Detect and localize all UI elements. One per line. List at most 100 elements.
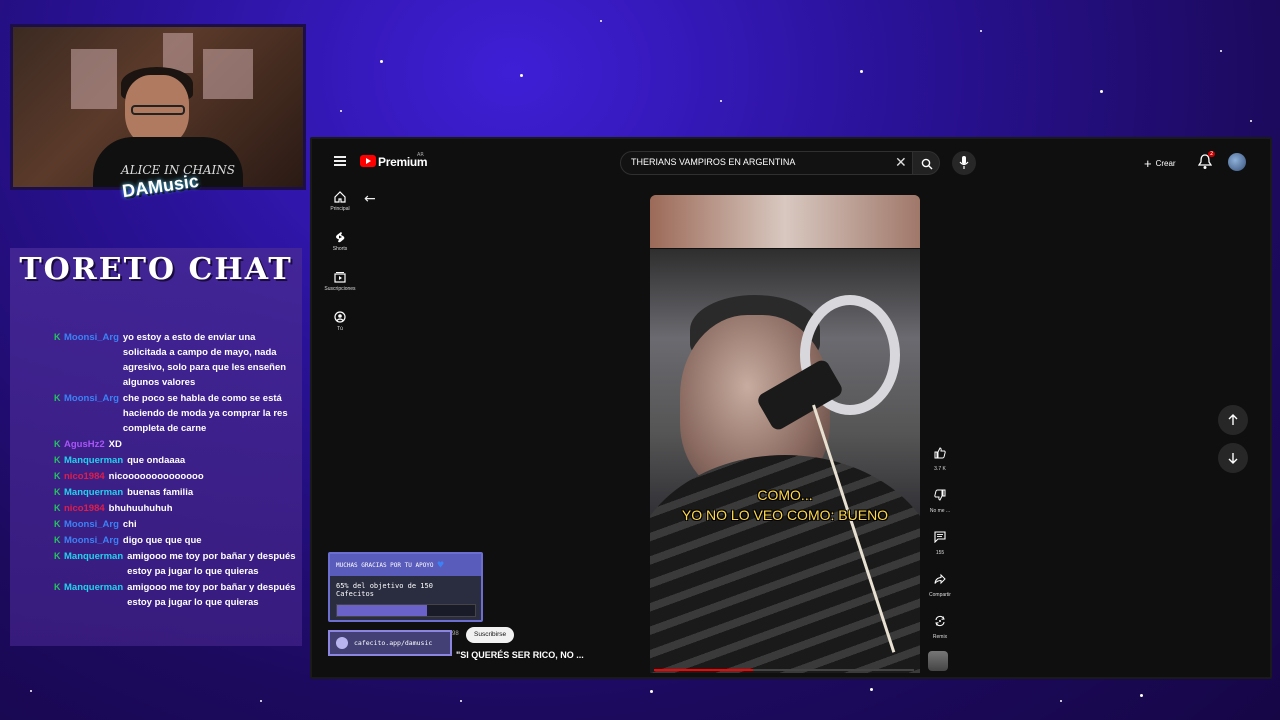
video-title[interactable]: "SI QUERÉS SER RICO, NO ... [456,650,584,660]
chat-message: Knico1984 nicoooooooooooooo [54,469,296,484]
chat-text: bhuhuuhuhuh [108,503,173,514]
notification-count-badge: 2 [1208,151,1216,157]
video-subtitle-line-2: YO NO LO VEO COMO: BUENO [681,507,889,523]
chat-username[interactable]: Manquerman [64,549,123,579]
chat-username[interactable]: Moonsi_Arg [64,517,119,532]
chat-text: amigooo me toy por bañar y después estoy… [127,551,296,577]
guide-item-home[interactable]: Principal [318,187,362,227]
home-icon [334,191,346,203]
chat-text: buenas familia [127,487,194,498]
video-progress-fill [654,669,753,671]
chat-message: K Manquerman amigooo me toy por bañar y de… [54,549,296,579]
youtube-topbar: Premium AR ✕ + Crear 2 [312,139,1270,187]
chat-username[interactable]: Manquerman [64,453,123,468]
cafecito-link: cafecito.app/damusic [354,639,433,647]
webcam-feed: ALICE IN CHAINS [10,24,306,190]
subscriptions-icon [334,272,346,283]
cafecito-link-widget: cafecito.app/damusic [328,630,452,656]
channel-handle-suffix: 98 [452,631,459,637]
guide-label-subscriptions: Suscripciones [324,286,356,292]
you-icon [334,311,346,323]
short-actions: 3.7 K No me ... 155 Compartir Remix [922,441,958,651]
chat-message: K AgusHz2 XD [54,437,296,452]
like-count: 3.7 K [934,466,946,472]
short-video-player[interactable]: COMO... YO NO LO VEO COMO: BUENO [650,195,920,673]
kick-badge-icon: K [54,439,61,449]
next-short-button[interactable] [1218,443,1248,473]
comment-icon [934,531,946,543]
guide-label-shorts: Shorts [332,246,348,252]
guide-label-you: Tú [337,326,343,332]
microphone-icon [959,156,969,169]
shorts-icon [336,232,345,243]
chat-text: que ondaaaa [127,455,186,466]
chat-username[interactable]: nico1984 [64,501,105,516]
chat-username[interactable]: AgusHz2 [64,437,105,452]
coffee-icon [336,637,348,649]
goal-header: MUCHAS GRACIAS POR TU APOYO [336,561,434,569]
voice-search-button[interactable] [952,151,976,175]
guide-item-you[interactable]: Tú [318,307,362,347]
chat-text: yo estoy a esto de enviar una solicitada… [122,332,287,388]
chat-username[interactable]: Manquerman [64,580,123,610]
kick-badge-icon: K [54,471,61,481]
arrow-up-icon [1228,414,1238,425]
like-icon [934,447,946,459]
chat-message: K Manquerman buenas familia [54,485,296,500]
create-label: Crear [1155,158,1176,168]
goal-progress-bar [336,604,476,617]
remix-action[interactable]: Remix [922,609,958,651]
clear-search-icon[interactable]: ✕ [895,155,907,171]
dislike-icon [934,489,946,501]
chat-title: TORETO CHAT [19,252,293,287]
comment-action[interactable]: 155 [922,525,958,567]
chat-message: K Moonsi_Arg chi [54,517,296,532]
guide-item-subscriptions[interactable]: Suscripciones [318,267,362,307]
chat-text: nicoooooooooooooo [108,471,204,482]
back-arrow-icon[interactable]: ← [364,191,376,207]
kick-badge-icon: K [54,503,61,513]
search-button[interactable] [912,151,940,175]
chat-username[interactable]: Moonsi_Arg [64,533,119,548]
previous-short-button[interactable] [1218,405,1248,435]
guide-item-shorts[interactable]: Shorts [318,227,362,267]
goal-progress-fill [337,605,427,616]
kick-badge-icon: K [54,535,61,545]
kick-badge-icon: K [54,487,61,497]
kick-badge-icon: K [54,519,61,529]
like-action[interactable]: 3.7 K [922,441,958,483]
arrow-down-icon [1228,453,1238,464]
chat-text: amigooo me toy por bañar y después estoy… [127,582,296,608]
share-action[interactable]: Compartir [922,567,958,609]
account-avatar[interactable] [1228,153,1246,171]
sound-thumbnail[interactable] [928,651,948,671]
video-progress-bar[interactable] [654,669,914,671]
chat-username[interactable]: Manquerman [64,485,123,500]
remix-label: Remix [932,634,948,640]
subscribe-button[interactable]: Suscribirse [466,627,515,643]
chat-text: che poco se habla de como se está hacien… [122,393,288,434]
goal-text: 65% del objetivo de 150 Cafecitos [336,582,433,598]
kick-badge-icon: K [54,551,61,561]
share-icon [934,573,946,585]
chat-message: K Manquerman que ondaaaa [54,453,296,468]
chat-username[interactable]: Moonsi_Arg [64,330,119,390]
search-input[interactable] [631,157,871,167]
comment-count: 155 [935,550,945,556]
create-button[interactable]: + Crear [1144,153,1176,173]
dislike-action[interactable]: No me ... [922,483,958,525]
search-icon [921,158,933,170]
hamburger-menu-icon[interactable] [334,156,346,166]
chat-username[interactable]: Moonsi_Arg [64,391,119,436]
share-label: Compartir [929,592,951,598]
chat-message: K Moonsi_Arg che poco se habla de como se … [54,391,296,436]
guide-sidebar: Principal Shorts Suscripciones Tú [318,187,362,347]
search-box[interactable]: ✕ [620,151,916,175]
chat-message: Knico1984 bhuhuuhuhuh [54,501,296,516]
chat-panel: TORETO CHAT K Moonsi_Arg yo estoy a esto d… [10,248,302,646]
kick-badge-icon: K [54,332,61,342]
donation-goal-widget: MUCHAS GRACIAS POR TU APOYO ♥ 65% del ob… [328,552,483,622]
chat-username[interactable]: nico1984 [64,469,105,484]
chat-message: K Moonsi_Arg digo que que que [54,533,296,548]
youtube-logo-icon[interactable] [360,155,376,167]
